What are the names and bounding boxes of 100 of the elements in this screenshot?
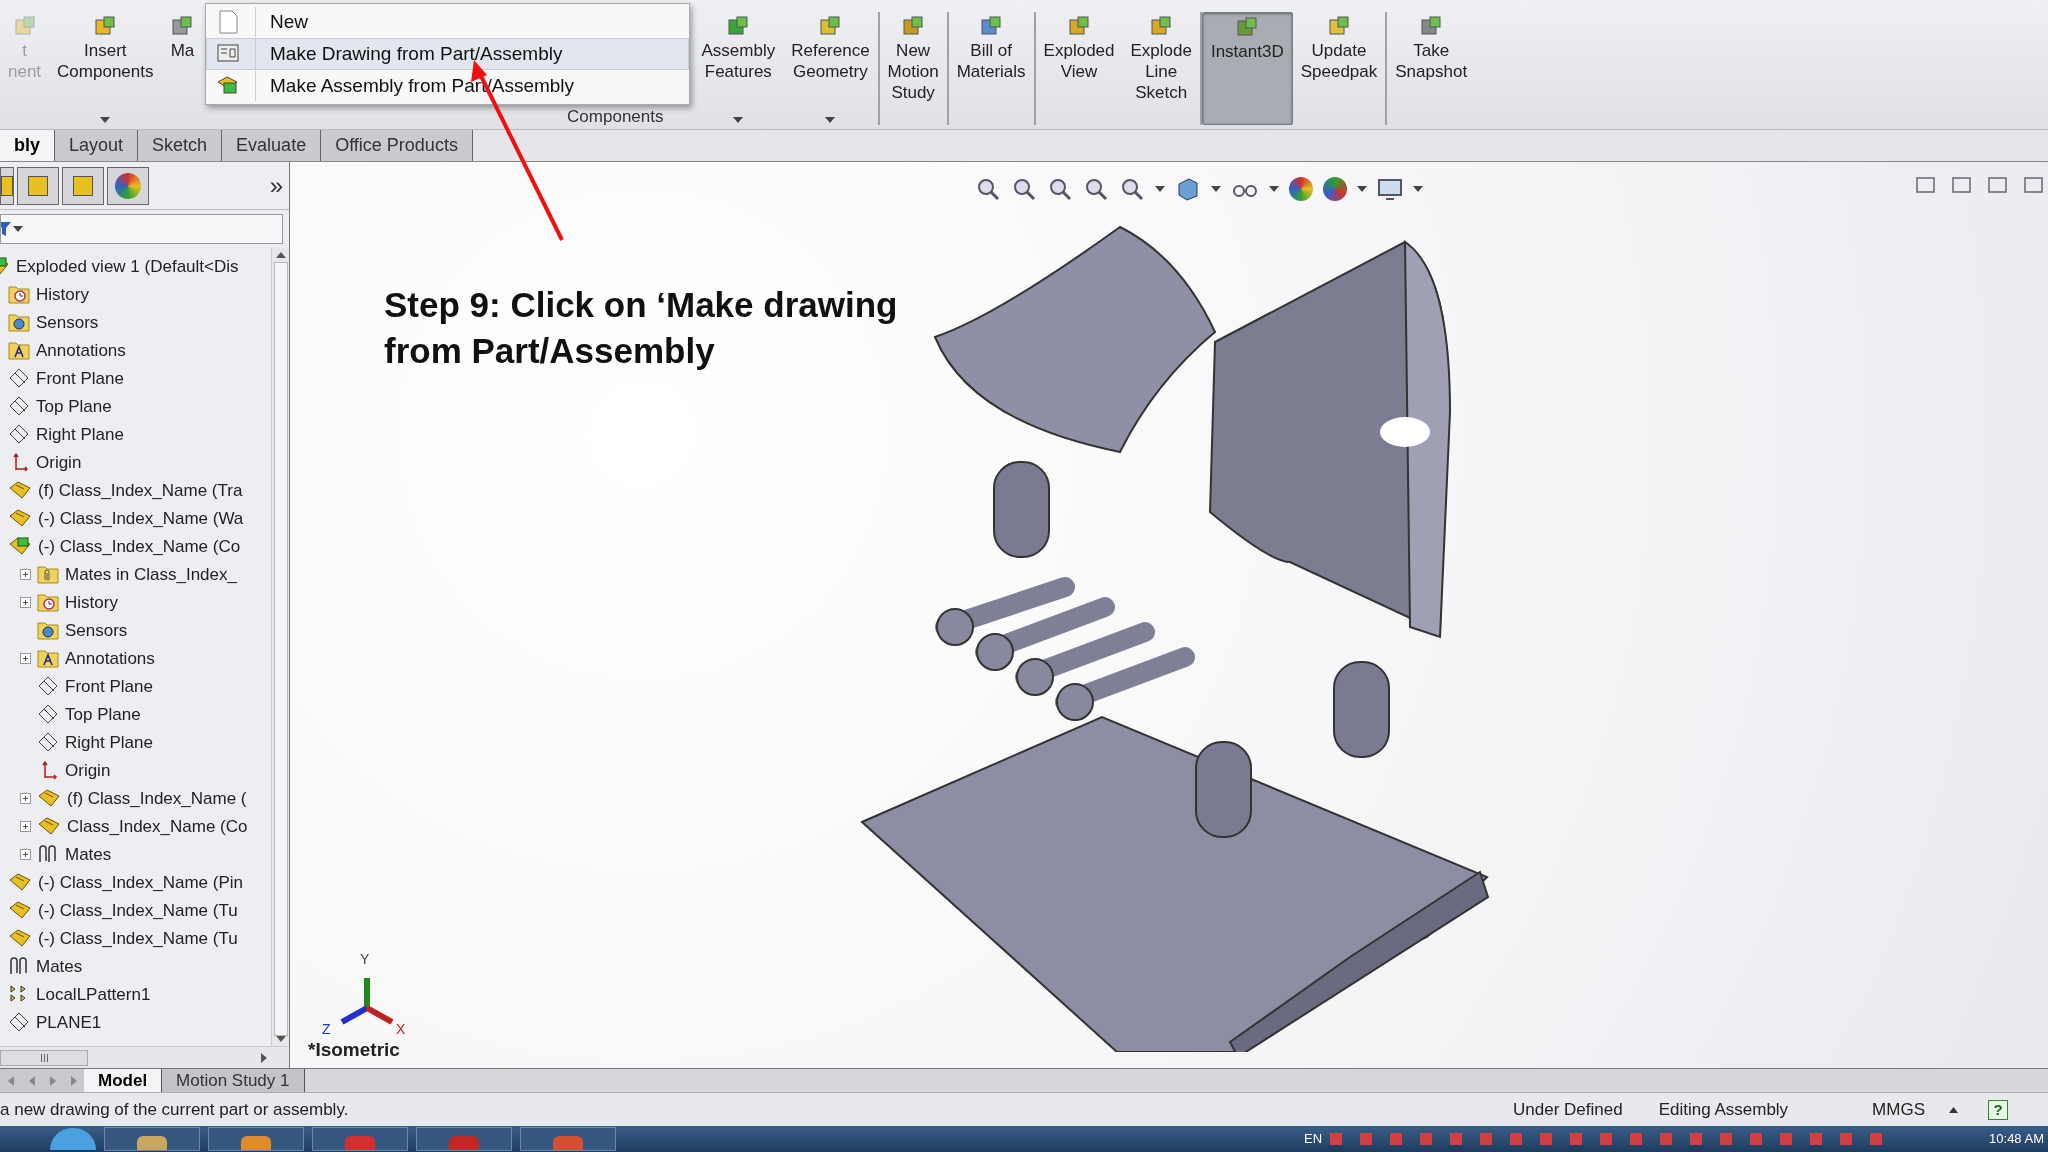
model-tab[interactable]: Model xyxy=(84,1069,163,1092)
plane-icon xyxy=(8,424,30,444)
part-icon xyxy=(8,900,32,920)
tree-item[interactable]: (-) Class_Index_Name (Co xyxy=(38,537,241,555)
expand-icon[interactable] xyxy=(20,792,31,804)
ribbon-button[interactable]: Take Snapshot xyxy=(1387,12,1476,125)
command-tab[interactable]: Office Products xyxy=(321,130,473,161)
manager-tab-icon[interactable] xyxy=(0,166,14,205)
units-button[interactable]: MMGS xyxy=(1872,1096,1925,1123)
filter-field[interactable] xyxy=(0,214,283,244)
ribbon-button[interactable]: Assembly Features xyxy=(693,12,784,125)
ribbon-button[interactable]: Insert Components xyxy=(49,12,162,125)
plane-icon xyxy=(8,1012,30,1032)
help-button[interactable]: ? xyxy=(1988,1099,2008,1120)
part-icon xyxy=(8,508,32,528)
tree-item[interactable]: Mates xyxy=(36,957,83,975)
ribbon-button[interactable]: New Motion Study xyxy=(879,12,949,125)
part-icon xyxy=(37,816,61,836)
command-tab[interactable]: Evaluate xyxy=(222,130,322,161)
caret-icon xyxy=(1211,186,1221,192)
ribbon-button[interactable]: Update Speedpak xyxy=(1292,12,1388,125)
model-tab[interactable]: Motion Study 1 xyxy=(162,1069,305,1092)
ribbon-button[interactable]: Ma xyxy=(161,12,204,125)
tree-item[interactable]: (-) Class_Index_Name (Wa xyxy=(38,509,244,527)
command-tab[interactable]: Sketch xyxy=(138,130,223,161)
assembly-icon xyxy=(8,536,32,556)
menu-item[interactable]: New xyxy=(206,6,689,38)
view-name: *Isometric xyxy=(308,1037,400,1062)
step-annotation: Step 9: Click on ‘Make drawing from Part/Assembly xyxy=(384,284,899,372)
plane-icon xyxy=(37,704,59,724)
language-indicator[interactable]: EN xyxy=(1304,1129,1323,1149)
tree-item[interactable]: History xyxy=(36,285,89,303)
tree-item[interactable]: (-) Class_Index_Name (Pin xyxy=(38,873,243,891)
tree-item[interactable]: Front Plane xyxy=(36,369,124,387)
tree-item[interactable]: Top Plane xyxy=(36,397,112,415)
expand-icon[interactable] xyxy=(20,596,31,608)
part-icon xyxy=(37,788,61,808)
tree-item[interactable]: Right Plane xyxy=(36,425,124,443)
vertical-scrollbar[interactable] xyxy=(271,248,289,1046)
tree-item[interactable]: Class_Index_Name (Co xyxy=(67,817,248,835)
history-folder-icon xyxy=(8,284,30,304)
tree-item[interactable]: Annotations xyxy=(65,649,155,667)
manager-tab-icon[interactable] xyxy=(107,166,149,205)
menu-item[interactable]: Make Drawing from Part/Assembly xyxy=(206,38,689,70)
tree-item[interactable]: Mates xyxy=(65,845,112,863)
expand-icon[interactable] xyxy=(20,848,31,860)
scene-icon[interactable] xyxy=(1323,177,1347,201)
tree-item[interactable]: Origin xyxy=(36,453,82,471)
tree-item[interactable]: Right Plane xyxy=(65,733,153,751)
tree-item[interactable]: PLANE1 xyxy=(36,1013,102,1031)
tree-item[interactable]: Exploded view 1 (Default<Dis xyxy=(16,257,239,275)
command-tab[interactable]: Layout xyxy=(55,130,139,161)
filter-icon[interactable] xyxy=(1,221,11,237)
ribbon-button[interactable]: Reference Geometry xyxy=(783,12,880,125)
scroll-up-icon[interactable] xyxy=(275,252,286,258)
status-text: Editing Assembly xyxy=(1658,1098,1789,1121)
tree-item[interactable]: (f) Class_Index_Name ( xyxy=(67,789,247,807)
manager-tab-icon[interactable] xyxy=(17,166,59,205)
clock[interactable]: 10:48 AM xyxy=(1989,1129,2044,1149)
y-axis-label: Y xyxy=(360,952,370,966)
tree-item[interactable]: Sensors xyxy=(36,313,99,331)
caret-icon xyxy=(1413,186,1423,192)
start-button[interactable] xyxy=(50,1128,96,1150)
expand-icon[interactable] xyxy=(20,568,31,580)
magnifier-icon[interactable] xyxy=(975,176,1001,202)
caret-up-icon[interactable] xyxy=(1949,1106,1958,1113)
tree-item[interactable]: Top Plane xyxy=(65,705,141,723)
expand-icon[interactable] xyxy=(20,652,31,664)
tree-item[interactable]: (-) Class_Index_Name (Tu xyxy=(38,901,238,919)
expand-panel-button[interactable]: » xyxy=(269,173,283,198)
caret-icon xyxy=(100,117,111,123)
tree-item[interactable]: (-) Class_Index_Name (Tu xyxy=(38,929,238,947)
paperclip-icon xyxy=(8,956,30,976)
command-tab[interactable]: bly xyxy=(0,130,55,161)
tree-item[interactable]: Sensors xyxy=(65,621,128,639)
tree-item[interactable]: Mates in Class_Index_ xyxy=(65,565,237,583)
scroll-right-icon[interactable] xyxy=(261,1052,267,1063)
taskbar-app-icon[interactable] xyxy=(104,1127,200,1151)
tree-item[interactable]: History xyxy=(65,593,118,611)
monitor-icon[interactable] xyxy=(1377,177,1403,201)
tree-item[interactable]: Front Plane xyxy=(65,677,153,695)
tree-item[interactable]: Annotations xyxy=(36,341,126,359)
ribbon-button[interactable]: Exploded View xyxy=(1035,12,1123,125)
horizontal-scrollbar[interactable] xyxy=(0,1046,289,1068)
history-folder-icon xyxy=(37,592,59,612)
tree-item[interactable]: LocalLPattern1 xyxy=(36,985,151,1003)
caret-icon xyxy=(733,117,744,123)
cube-icon[interactable] xyxy=(1175,176,1201,202)
caret-icon xyxy=(1155,186,1165,192)
status-text: Under Defined xyxy=(1513,1098,1623,1121)
z-axis-label: Z xyxy=(322,1022,331,1036)
manager-tab-icon[interactable] xyxy=(62,166,104,205)
annotations-folder-icon xyxy=(8,340,30,360)
tree-item[interactable]: (f) Class_Index_Name (Tra xyxy=(38,481,243,499)
caret-icon xyxy=(825,117,836,123)
tree-item[interactable]: Origin xyxy=(65,761,111,779)
expand-icon[interactable] xyxy=(20,820,31,832)
taskbar-app-icon[interactable] xyxy=(208,1127,304,1151)
ribbon-button[interactable]: Instant3D xyxy=(1201,12,1293,125)
ribbon-button[interactable]: Bill of Materials xyxy=(948,12,1036,125)
